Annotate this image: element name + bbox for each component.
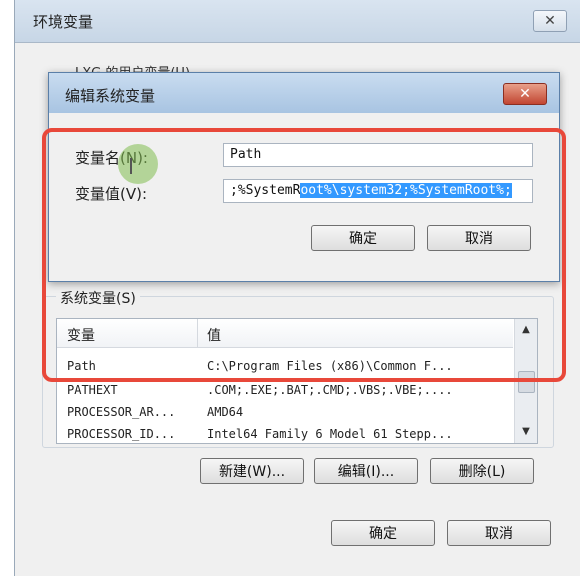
scroll-down-arrow-icon[interactable]: ▼ xyxy=(519,425,533,439)
close-icon: ✕ xyxy=(519,86,531,102)
dialog-title: 编辑系统变量 xyxy=(65,87,156,105)
row-variable-value: .COM;.EXE;.BAT;.CMD;.VBS;.VBE;.... xyxy=(207,383,453,397)
new-variable-button[interactable]: 新建(W)... xyxy=(200,458,304,484)
system-variables-list[interactable]: 变量 值 Path C:\Program Files (x86)\Common … xyxy=(56,318,538,444)
outer-cancel-button[interactable]: 取消 xyxy=(447,520,551,546)
row-variable-name: Path xyxy=(67,359,96,373)
column-separator xyxy=(197,319,198,347)
row-variable-value: C:\Program Files (x86)\Common F... xyxy=(207,359,453,373)
table-row[interactable]: PROCESSOR_ID... Intel64 Family 6 Model 6… xyxy=(57,423,513,443)
outer-titlebar: 环境变量 ✕ xyxy=(15,0,580,43)
dialog-titlebar: 编辑系统变量 ✕ xyxy=(49,73,559,113)
outer-close-button[interactable]: ✕ xyxy=(533,10,567,32)
outer-window-title: 环境变量 xyxy=(33,13,94,31)
dialog-close-button[interactable]: ✕ xyxy=(503,83,547,105)
dialog-body: 变量名(N): Path 变量值(V): ;%SystemRoot%\syste… xyxy=(55,113,553,275)
row-variable-name: PROCESSOR_ID... xyxy=(67,427,176,441)
edit-variable-button[interactable]: 编辑(I)... xyxy=(314,458,418,484)
column-header-variable[interactable]: 变量 xyxy=(67,325,95,345)
text-cursor-icon xyxy=(130,158,132,174)
scroll-up-arrow-icon[interactable]: ▲ xyxy=(519,323,533,337)
variable-value-label: 变量值(V): xyxy=(75,185,148,203)
delete-variable-button[interactable]: 删除(L) xyxy=(430,458,534,484)
row-variable-value: Intel64 Family 6 Model 61 Stepp... xyxy=(207,427,453,441)
table-row[interactable]: PATHEXT .COM;.EXE;.BAT;.CMD;.VBS;.VBE;..… xyxy=(57,379,513,401)
table-row[interactable]: PROCESSOR_AR... AMD64 xyxy=(57,401,513,423)
dialog-ok-button[interactable]: 确定 xyxy=(311,225,415,251)
row-variable-name: PROCESSOR_AR... xyxy=(67,405,176,419)
scroll-thumb[interactable] xyxy=(518,371,535,393)
variable-name-input[interactable]: Path xyxy=(223,143,533,167)
system-variables-label: 系统变量(S) xyxy=(56,288,140,308)
background-strip xyxy=(0,0,14,576)
mouse-cursor-highlight xyxy=(118,144,158,184)
table-row[interactable]: Path C:\Program Files (x86)\Common F... xyxy=(57,355,513,377)
variable-value-input[interactable]: ;%SystemRoot%\system32;%SystemRoot%; xyxy=(223,179,533,203)
close-icon: ✕ xyxy=(544,13,556,29)
dialog-cancel-button[interactable]: 取消 xyxy=(427,225,531,251)
list-header: 变量 值 xyxy=(57,319,513,348)
vertical-scrollbar[interactable]: ▲ ▼ xyxy=(514,319,537,443)
row-variable-name: PATHEXT xyxy=(67,383,118,397)
column-header-value[interactable]: 值 xyxy=(207,325,221,345)
row-variable-value: AMD64 xyxy=(207,405,244,419)
value-text-selected: oot%\system32;%SystemRoot%; xyxy=(300,183,512,198)
value-text-unselected: ;%SystemR xyxy=(230,183,301,198)
outer-ok-button[interactable]: 确定 xyxy=(331,520,435,546)
